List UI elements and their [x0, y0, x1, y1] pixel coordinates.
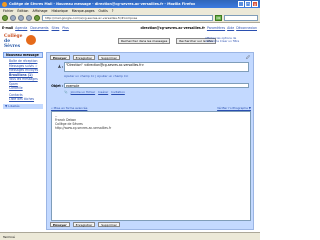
compose-toolbar-bottom: Envoyer Enregistrer Supprimer [50, 222, 120, 227]
compose-toolbar-top: Envoyer Enregistrer Supprimer [47, 53, 253, 62]
go-button[interactable]: OK [215, 15, 222, 21]
to-row: À : "Direction" <direction@cg-sevres.ac-… [51, 62, 249, 72]
menu-file[interactable]: Fichier [3, 9, 13, 13]
menu-edit[interactable]: Édition [17, 9, 28, 13]
mail-brand: E-mail [2, 26, 14, 30]
save-button-bottom[interactable]: Enregistrer [72, 222, 96, 227]
logo-circle-icon [26, 35, 36, 45]
discard-button-bottom[interactable]: Supprimer [98, 222, 120, 227]
rich-format-link[interactable]: « Mise en forme avancée [51, 106, 87, 110]
search-buttons: Rechercher dans les messages Rechercher … [118, 38, 217, 44]
link-sites[interactable]: Sites [52, 26, 60, 30]
home-icon[interactable] [34, 15, 40, 21]
paperclip-small-icon: 📎 [64, 90, 68, 94]
send-button-bottom[interactable]: Envoyer [50, 222, 70, 227]
folder-list: Boîte de réception Messages suivis ☆ Mes… [3, 58, 43, 102]
sidebar-item-all-mail[interactable]: Tous les messages [9, 77, 41, 82]
firefox-icon [2, 1, 7, 7]
compose-panel: Envoyer Enregistrer Supprimer 🖉 À : "Dir… [46, 52, 254, 230]
navigation-toolbar: http://mail.google.com/a/cg-sevres.ac-ve… [0, 14, 260, 23]
to-label: À : [58, 65, 63, 69]
sidebar: Nouveau message Boîte de réception Messa… [3, 52, 43, 109]
sidebar-item-sent[interactable]: Messages envoyés [9, 68, 41, 73]
subject-row: Objet : exemple [51, 83, 249, 88]
save-button[interactable]: Enregistrer [72, 55, 96, 60]
search-options-link[interactable]: Afficher les options de recherche Créer … [205, 36, 251, 44]
insert-link[interactable]: Insérer [98, 90, 108, 94]
menu-tools[interactable]: Outils [99, 9, 108, 13]
menu-view[interactable]: Affichage [32, 9, 47, 13]
invitation-link[interactable]: Invitation [111, 90, 125, 94]
forward-icon[interactable] [10, 15, 16, 21]
close-icon[interactable]: × [252, 1, 258, 7]
logo-line-3: Sèvres [4, 44, 21, 49]
link-documents[interactable]: Documents [30, 26, 48, 30]
url-bar[interactable]: http://mail.google.com/a/cg-sevres.ac-ve… [42, 15, 213, 21]
subject-label: Objet : [51, 83, 63, 88]
maximize-icon[interactable]: □ [245, 1, 251, 7]
labels-section[interactable]: ▼ Libellés [3, 103, 43, 109]
minimize-icon[interactable]: _ [238, 1, 244, 7]
user-email: direction@cg-sevres.ac-versailles.fr [140, 26, 205, 30]
link-more[interactable]: Plus [62, 26, 69, 30]
paperclip-icon[interactable]: 🖉 [246, 55, 250, 62]
cc-links[interactable]: Ajouter un champ Cc | Ajouter un champ C… [64, 74, 128, 78]
link-agenda[interactable]: Agenda [15, 26, 27, 30]
menu-help[interactable]: ? [112, 9, 114, 13]
discard-button[interactable]: Supprimer [98, 55, 120, 60]
subject-field[interactable]: exemple [64, 83, 249, 88]
school-logo[interactable]: Collège de Sèvres [4, 33, 42, 49]
link-logout[interactable]: Déconnexion [236, 26, 257, 30]
back-icon[interactable] [2, 15, 8, 21]
status-bar: Terminé [0, 232, 260, 240]
link-settings[interactable]: Paramètres [207, 26, 225, 30]
body-line-4: http://www.cg-sevres.ac-versailles.fr [55, 126, 112, 130]
attach-file-link[interactable]: Joindre un fichier [71, 90, 96, 94]
menu-bookmarks[interactable]: Marque-pages [72, 9, 95, 13]
sidebar-item-tasks[interactable]: Liste des tâches [9, 97, 41, 102]
gmail-top-links: E-mail Agenda Documents Sites Plus direc… [0, 24, 260, 32]
attach-row: 📎 Joindre un fichier Insérer Invitation [64, 90, 125, 94]
window-titlebar: Collège de Sèvres Mail - Nouveau message… [0, 0, 260, 8]
to-field[interactable]: "Direction" <direction@cg-sevres.ac-vers… [64, 62, 249, 72]
link-help[interactable]: Aide [227, 26, 234, 30]
format-bar: « Mise en forme avancée Vérifier l'ortho… [51, 105, 251, 110]
send-button[interactable]: Envoyer [50, 55, 70, 60]
reload-icon[interactable] [18, 15, 24, 21]
spellcheck-link[interactable]: Vérifier l'orthographe ▼ [217, 106, 251, 110]
sidebar-item-inbox[interactable]: Boîte de réception [9, 59, 41, 64]
message-body[interactable]: -- Franck Debon Collège de Sèvres http:/… [51, 111, 251, 221]
menu-history[interactable]: Historique [51, 9, 67, 13]
window-title: Collège de Sèvres Mail - Nouveau message… [9, 2, 196, 6]
web-search-box[interactable] [224, 15, 258, 21]
stop-icon[interactable] [26, 15, 32, 21]
search-mail-button[interactable]: Rechercher dans les messages [118, 38, 171, 44]
